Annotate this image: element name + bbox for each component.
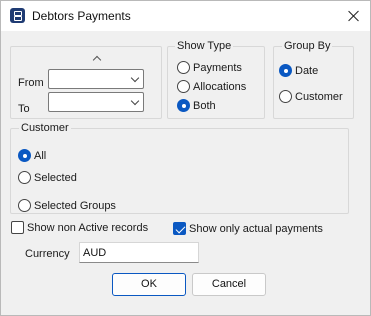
radio-customer-group[interactable]: [279, 90, 292, 103]
radio-selected-groups-label[interactable]: Selected Groups: [34, 200, 116, 212]
show-non-active-label[interactable]: Show non Active records: [27, 222, 148, 234]
show-type-label: Show Type: [175, 40, 234, 52]
title-bar: Debtors Payments: [1, 1, 370, 31]
radio-date-label[interactable]: Date: [295, 65, 318, 77]
radio-selected[interactable]: [18, 171, 31, 184]
radio-payments-label[interactable]: Payments: [193, 62, 242, 74]
cancel-button[interactable]: Cancel: [192, 273, 266, 296]
chevron-down-icon: [130, 73, 140, 83]
window-title: Debtors Payments: [32, 9, 131, 23]
radio-all[interactable]: [18, 149, 31, 162]
radio-both[interactable]: [177, 99, 190, 112]
to-date-combo[interactable]: [48, 92, 144, 112]
to-label: To: [18, 103, 30, 115]
close-icon[interactable]: [341, 4, 367, 28]
app-icon: [10, 8, 25, 23]
group-by-label: Group By: [282, 40, 333, 52]
show-only-actual-label[interactable]: Show only actual payments: [189, 223, 323, 235]
ok-button[interactable]: OK: [112, 273, 186, 296]
radio-all-label[interactable]: All: [34, 150, 46, 162]
radio-selected-groups[interactable]: [18, 199, 31, 212]
radio-allocations[interactable]: [177, 80, 190, 93]
radio-payments[interactable]: [177, 61, 190, 74]
radio-date[interactable]: [279, 64, 292, 77]
radio-customer-group-label[interactable]: Customer: [295, 91, 343, 103]
customer-label: Customer: [19, 122, 71, 134]
radio-selected-label[interactable]: Selected: [34, 172, 77, 184]
currency-input[interactable]: AUD: [79, 242, 199, 263]
currency-label: Currency: [25, 248, 70, 260]
from-date-combo[interactable]: [48, 69, 144, 89]
radio-both-label[interactable]: Both: [193, 100, 216, 112]
show-non-active-checkbox[interactable]: [11, 221, 24, 234]
chevron-down-icon: [130, 96, 140, 106]
group-by-group: [273, 46, 354, 119]
dialog-window: Debtors Payments From To Show Type Payme…: [0, 0, 371, 316]
radio-allocations-label[interactable]: Allocations: [193, 81, 246, 93]
from-label: From: [18, 77, 44, 89]
show-only-actual-checkbox[interactable]: [173, 222, 186, 235]
